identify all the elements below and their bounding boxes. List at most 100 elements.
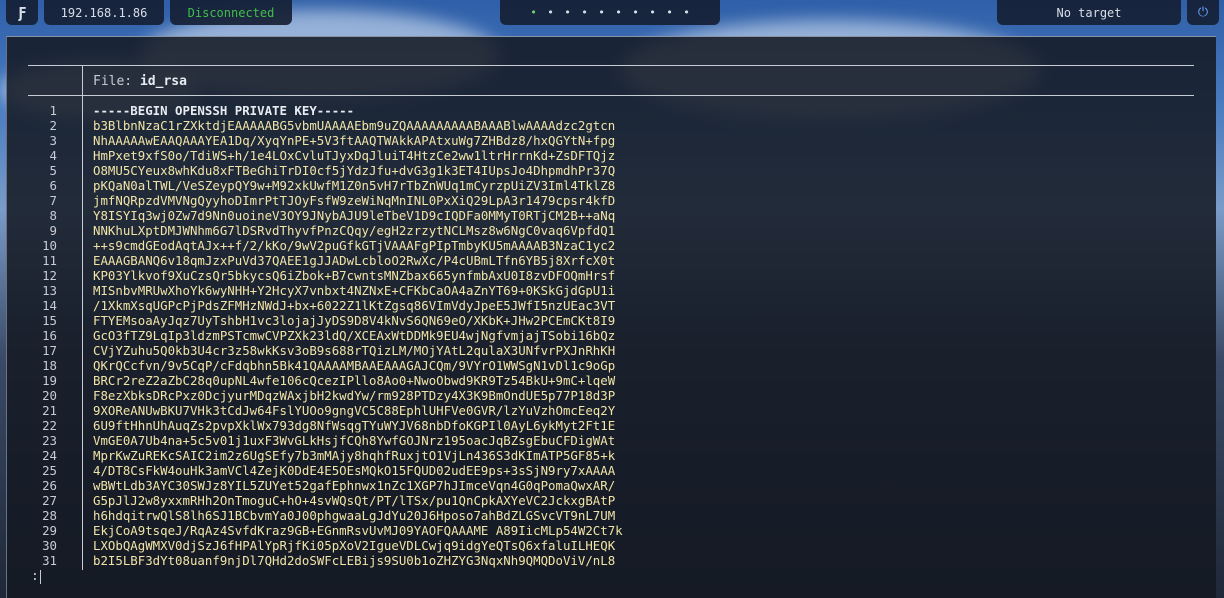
line-number: 5 [49, 163, 57, 178]
workspace-dot[interactable]: • [542, 6, 559, 19]
line-number: 27 [42, 493, 57, 508]
line-text: F8ezXbksDRcPxz0DcjyurMDqzWAxjbH2kwdYw/rm… [93, 388, 616, 403]
line-text: wBWtLdb3AYC30SWJz8YIL5ZUYet52gafEphnwx1n… [93, 478, 616, 493]
terminal-window[interactable]: File: id_rsa 1 -----BEGIN OPENSSH PRIVATE… [6, 36, 1216, 598]
file-line: 27 G5pJlJ2w8yxxmRHh2OnTmoguC+hO+4svWQsQt/… [7, 493, 1207, 508]
line-text: BRCr2reZ2aZbC28q0upNL4wfe106cQcezIPllo8A… [93, 373, 616, 388]
line-number: 13 [42, 283, 57, 298]
line-text: QKrQCcfvn/9v5CqP/cFdqbhn5Bk41QAAAAMBAAEA… [93, 358, 616, 373]
workspace-dot[interactable]: • [610, 6, 627, 19]
line-number: 16 [42, 328, 57, 343]
workspace-dot[interactable]: • [559, 6, 576, 19]
line-text: HmPxet9xfS0o/TdiWS+h/1e4LOxCvluTJyxDqJlu… [93, 148, 616, 163]
file-line: 5 O8MU5CYeux8whKdu8xFTBeGhiTrDI0cf5jYdzJf… [7, 163, 1207, 178]
line-text: 4/DT8CsFkW4ouHk3amVCl4ZejK0DdE4E5OEsMQkO… [93, 463, 616, 478]
app-logo-icon[interactable]: Ƒ [6, 0, 38, 25]
line-number: 21 [42, 403, 57, 418]
target-text: No target [1056, 5, 1122, 20]
file-line: 17 CVjYZuhu5Q0kb3U4cr3z58wkKsv3oB9s688rTQ… [7, 343, 1207, 358]
line-number: 18 [42, 358, 57, 373]
workspace-dot[interactable]: • [678, 6, 695, 19]
ip-address-indicator[interactable]: 192.168.1.86 [44, 0, 164, 25]
line-text: GcO3fTZ9LqIp3ldzmPSTcmwCVPZXk23ldQ/XCEAx… [93, 328, 616, 343]
power-icon: ⏻ [1197, 5, 1209, 20]
line-text: b3BlbnNzaC1rZXktdjEAAAAABG5vbmUAAAAEbm9u… [93, 118, 616, 133]
line-text: Y8ISYIq3wj0Zw7d9Nn0uoineV3OY9JNybAJU9leT… [93, 208, 616, 223]
file-line: 2 b3BlbnNzaC1rZXktdjEAAAAABG5vbmUAAAAEbm9… [7, 118, 1207, 133]
line-number: 29 [42, 523, 57, 538]
file-line: 16 GcO3fTZ9LqIp3ldzmPSTcmwCVPZXk23ldQ/XCE… [7, 328, 1207, 343]
line-text: NNKhuLXptDMJWNhm6G7lDSRvdThyvfPnzCQqy/eg… [93, 223, 616, 238]
power-button[interactable]: ⏻ [1187, 0, 1219, 25]
file-line: 9 NNKhuLXptDMJWNhm6G7lDSRvdThyvfPnzCQqy/e… [7, 223, 1207, 238]
file-label: File: [93, 74, 133, 89]
line-text: EAAAGBANQ6v18qmJzxPuVd37QAEE1gJJADwLcblo… [93, 253, 616, 268]
line-number: 8 [49, 208, 57, 223]
file-line: 23 VmGE0A7Ub4na+5c5v01j1uxF3WvGLkHsjfCQh8… [7, 433, 1207, 448]
workspace-dot[interactable]: • [525, 6, 542, 19]
line-text: /1XkmXsqUGPcPjPdsZFMHzNWdJ+bx+6022Z1lKtZ… [93, 298, 616, 313]
file-line: 11 EAAAGBANQ6v18qmJzxPuVd37QAEE1gJJADwLcb… [7, 253, 1207, 268]
file-line: 20 F8ezXbksDRcPxz0DcjyurMDqzWAxjbH2kwdYw/… [7, 388, 1207, 403]
line-number: 11 [42, 253, 57, 268]
line-number: 2 [49, 118, 57, 133]
line-text: CVjYZuhu5Q0kb3U4cr3z58wkKsv3oB9s688rTQiz… [93, 343, 616, 358]
target-indicator[interactable]: No target [997, 0, 1181, 25]
file-line: 19 BRCr2reZ2aZbC28q0upNL4wfe106cQcezIPllo… [7, 373, 1207, 388]
file-content[interactable]: 1 -----BEGIN OPENSSH PRIVATE KEY----- 2 b3B… [7, 103, 1207, 568]
line-text: NhAAAAAwEAAQAAAYEA1Dq/XyqYnPE+5V3ftAAQTW… [93, 133, 616, 148]
line-text: b2I5LBF3dYt08uanf9njDl7QHd2doSWFcLEBijs9… [93, 553, 616, 568]
connection-status-text: Disconnected [187, 5, 275, 20]
file-line: 21 9XOReANUwBKU7VHk3tCdJw64FslYUOo9gngVC5… [7, 403, 1207, 418]
workspace-dot[interactable]: • [576, 6, 593, 19]
line-number: 28 [42, 508, 57, 523]
file-line: 24 MprKwZuREKcSAIC2im2z6UgSEfy7b3mMAjy8hq… [7, 448, 1207, 463]
line-number: 15 [42, 313, 57, 328]
line-number: 26 [42, 478, 57, 493]
line-text: pKQaN0alTWL/VeSZeypQY9w+M92xkUwfM1Z0n5vH… [93, 178, 616, 193]
file-line: 10 ++s9cmdGEodAqtAJx++f/2/kKo/9wV2puGfkGT… [7, 238, 1207, 253]
line-text: FTYEMsoaAyJqz7UyTshbH1vc3lojajJyDS9D8V4k… [93, 313, 616, 328]
file-line: 28 h6hdqitrwQlS8lh6SJ1BCbvmYa0J00phgwaaLg… [7, 508, 1207, 523]
line-number: 22 [42, 418, 57, 433]
workspace-dot[interactable]: • [661, 6, 678, 19]
workspace-dot[interactable]: • [644, 6, 661, 19]
line-text: ++s9cmdGEodAqtAJx++f/2/kKo/9wV2puGfkGTjV… [93, 238, 616, 253]
line-number: 1 [49, 103, 57, 118]
prompt-text: : [31, 569, 39, 584]
connection-status-indicator[interactable]: Disconnected [170, 0, 292, 25]
line-text: O8MU5CYeux8whKdu8xFTBeGhiTrDI0cf5jYdzJfu… [93, 163, 616, 178]
line-text: -----BEGIN OPENSSH PRIVATE KEY----- [93, 103, 355, 118]
line-number: 14 [42, 298, 57, 313]
pager-prompt[interactable]: : [31, 569, 41, 584]
file-line: 25 4/DT8CsFkW4ouHk3amVCl4ZejK0DdE4E5OEsMQ… [7, 463, 1207, 478]
line-text: EkjCoA9tsqeJ/RqAz4SvfdKraz9GB+EGnmRsvUvM… [93, 523, 623, 538]
file-line: 15 FTYEMsoaAyJqz7UyTshbH1vc3lojajJyDS9D8V… [7, 313, 1207, 328]
file-name: id_rsa [139, 74, 187, 89]
line-number: 25 [42, 463, 57, 478]
file-line: 26 wBWtLdb3AYC30SWJz8YIL5ZUYet52gafEphnwx… [7, 478, 1207, 493]
line-text: jmfNQRpzdVMVNgQyyhoDImrPtTJOyFsfW9zeWiNq… [93, 193, 616, 208]
workspace-dot[interactable]: • [593, 6, 610, 19]
header-top-rule [28, 65, 1194, 66]
line-text: G5pJlJ2w8yxxmRHh2OnTmoguC+hO+4svWQsQt/PT… [93, 493, 616, 508]
file-line: 4 HmPxet9xfS0o/TdiWS+h/1e4LOxCvluTJyxDqJl… [7, 148, 1207, 163]
file-line: 7 jmfNQRpzdVMVNgQyyhoDImrPtTJOyFsfW9zeWiN… [7, 193, 1207, 208]
file-line: 3 NhAAAAAwEAAQAAAYEA1Dq/XyqYnPE+5V3ftAAQT… [7, 133, 1207, 148]
workspace-dot[interactable]: • [627, 6, 644, 19]
line-number: 10 [42, 238, 57, 253]
line-number: 6 [49, 178, 57, 193]
line-text: h6hdqitrwQlS8lh6SJ1BCbvmYa0J00phgwaaLgJd… [93, 508, 616, 523]
line-number: 23 [42, 433, 57, 448]
header-bottom-rule [28, 95, 1194, 96]
workspace-switcher: • • • • • • • • • • [500, 0, 720, 25]
file-header: File: id_rsa [93, 74, 187, 89]
file-line: 6 pKQaN0alTWL/VeSZeypQY9w+M92xkUwfM1Z0n5v… [7, 178, 1207, 193]
text-cursor [39, 569, 41, 584]
line-number: 24 [42, 448, 57, 463]
line-number: 12 [42, 268, 57, 283]
ip-address-text: 192.168.1.86 [60, 5, 148, 20]
line-number: 17 [42, 343, 57, 358]
line-text: MprKwZuREKcSAIC2im2z6UgSEfy7b3mMAjy8hqhf… [93, 448, 616, 463]
file-line: 12 KP03Ylkvof9XuCzsQr5bkycsQ6iZbok+B7cwnt… [7, 268, 1207, 283]
